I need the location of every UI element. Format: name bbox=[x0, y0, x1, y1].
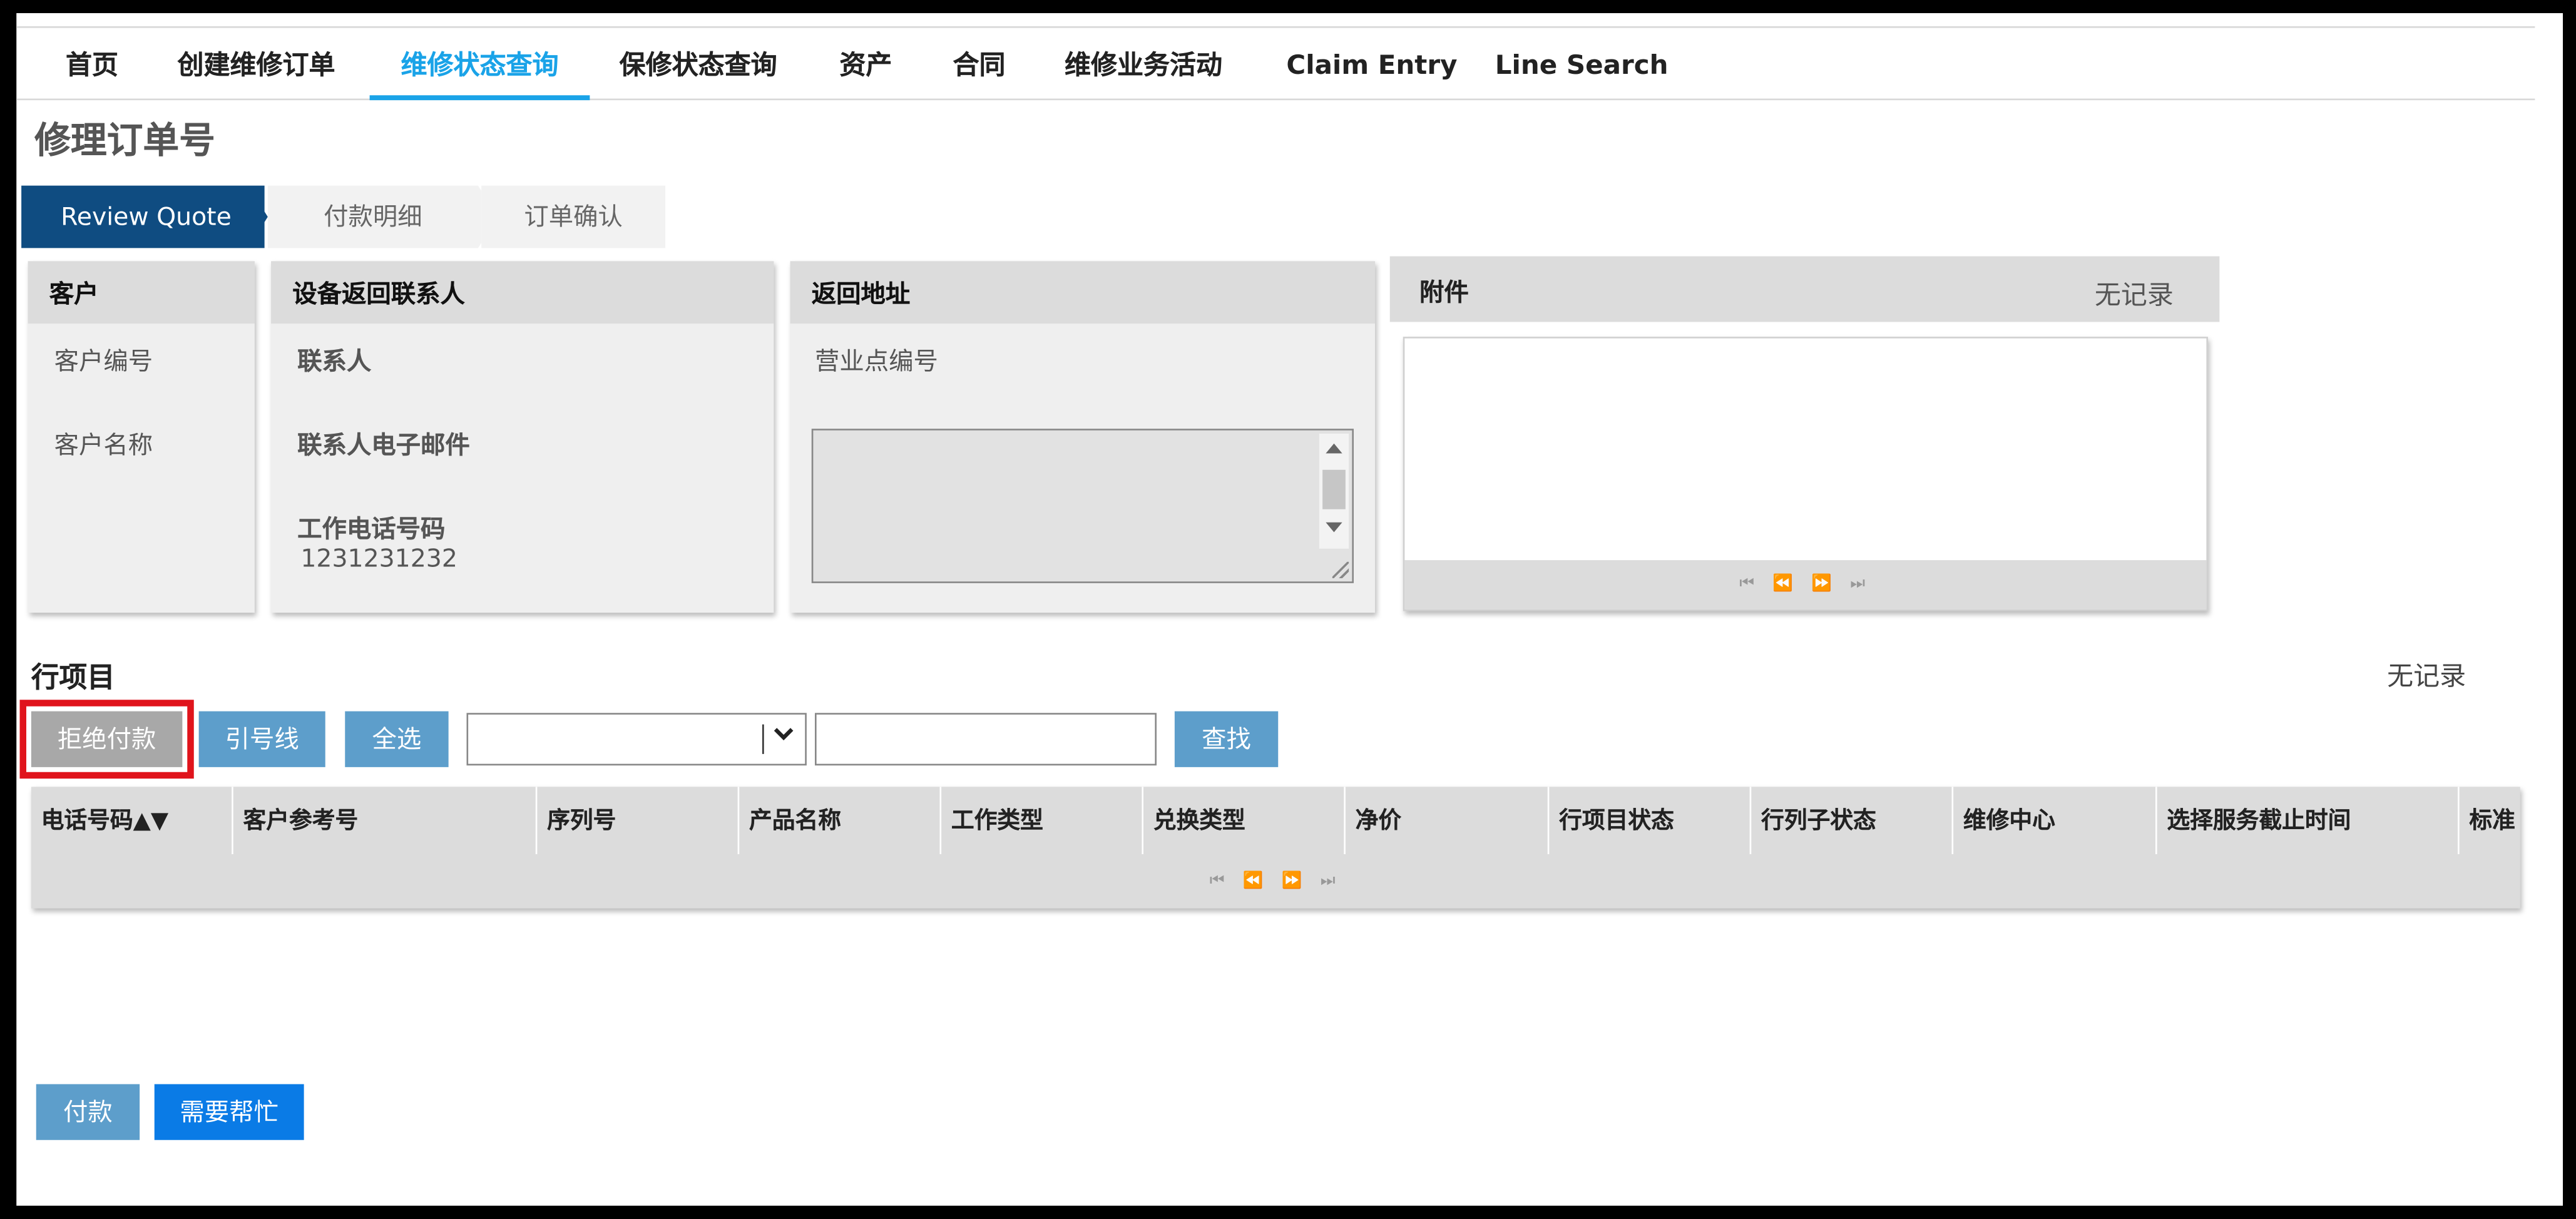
customer-name-label: 客户名称 bbox=[54, 430, 153, 460]
col-repair-center[interactable]: 维修中心 bbox=[1953, 787, 2157, 854]
page-title: 修理订单号 bbox=[34, 121, 215, 163]
col-customer-ref[interactable]: 客户参考号 bbox=[233, 787, 538, 854]
step-order-confirm[interactable]: 订单确认 bbox=[481, 185, 666, 248]
attachments-pager[interactable]: ⏮ ⏪ ⏩ ⏭ bbox=[1404, 560, 2207, 610]
col-line-status[interactable]: 行项目状态 bbox=[1549, 787, 1752, 854]
pay-button[interactable]: 付款 bbox=[36, 1084, 140, 1140]
col-line-substatus[interactable]: 行列子状态 bbox=[1751, 787, 1954, 854]
scroll-thumb[interactable] bbox=[1322, 469, 1346, 509]
nav-claim-entry[interactable]: Claim Entry bbox=[1286, 28, 1457, 101]
filter-select[interactable] bbox=[466, 713, 807, 766]
app-window: 首页 创建维修订单 维修状态查询 保修状态查询 资产 合同 维修业务活动 Cla… bbox=[16, 13, 2563, 1206]
col-standard[interactable]: 标准 bbox=[2460, 787, 2520, 854]
search-input[interactable] bbox=[815, 713, 1157, 766]
col-product-name[interactable]: 产品名称 bbox=[739, 787, 942, 854]
need-help-button[interactable]: 需要帮忙 bbox=[154, 1084, 304, 1140]
attachments-list: ⏮ ⏪ ⏩ ⏭ bbox=[1403, 337, 2208, 611]
customer-panel-title: 客户 bbox=[28, 261, 255, 324]
col-service-cutoff[interactable]: 选择服务截止时间 bbox=[2157, 787, 2460, 854]
return-address-title: 返回地址 bbox=[790, 261, 1376, 324]
nav-assets[interactable]: 资产 bbox=[839, 28, 892, 101]
top-nav: 首页 创建维修订单 维修状态查询 保修状态查询 资产 合同 维修业务活动 Cla… bbox=[16, 26, 2535, 101]
attachments-title: 附件 bbox=[1419, 277, 1469, 307]
scroll-up-icon[interactable] bbox=[1326, 443, 1342, 454]
attachments-no-record: 无记录 bbox=[2094, 279, 2174, 311]
col-work-type[interactable]: 工作类型 bbox=[941, 787, 1143, 854]
table-pager[interactable]: ⏮ ⏪ ⏩ ⏭ bbox=[31, 854, 2520, 909]
line-items-no-record: 无记录 bbox=[2387, 660, 2466, 692]
chevron-down-icon[interactable] bbox=[774, 725, 794, 745]
col-serial-number[interactable]: 序列号 bbox=[537, 787, 740, 854]
reject-payment-button[interactable]: 拒绝付款 bbox=[31, 711, 183, 767]
branch-number-label: 营业点编号 bbox=[815, 346, 938, 377]
line-items-table: 电话号码▲▼ 客户参考号 序列号 产品名称 工作类型 兑换类型 净价 行项目状态… bbox=[31, 787, 2520, 909]
contact-panel-title: 设备返回联系人 bbox=[271, 261, 774, 324]
select-separator bbox=[762, 724, 764, 754]
work-phone-value: 1231231232 bbox=[300, 543, 457, 574]
textarea-scrollbar[interactable] bbox=[1319, 434, 1349, 549]
address-textarea[interactable] bbox=[811, 429, 1354, 583]
nav-contracts[interactable]: 合同 bbox=[953, 28, 1006, 101]
col-exchange-type[interactable]: 兑换类型 bbox=[1143, 787, 1346, 854]
col-phone-number[interactable]: 电话号码▲▼ bbox=[31, 787, 233, 854]
return-address-panel: 返回地址 营业点编号 bbox=[790, 261, 1376, 613]
nav-warranty-status[interactable]: 保修状态查询 bbox=[620, 28, 777, 101]
nav-create-repair-order[interactable]: 创建维修订单 bbox=[178, 28, 335, 101]
contact-person-label: 联系人 bbox=[297, 346, 372, 377]
customer-number-label: 客户编号 bbox=[54, 346, 153, 377]
nav-home[interactable]: 首页 bbox=[66, 28, 118, 101]
line-items-title: 行项目 bbox=[31, 661, 115, 695]
contact-panel: 设备返回联系人 联系人 联系人电子邮件 工作电话号码 1231231232 bbox=[271, 261, 774, 613]
scroll-down-icon[interactable] bbox=[1326, 522, 1342, 533]
select-all-button[interactable]: 全选 bbox=[345, 711, 449, 767]
resize-grip-icon[interactable] bbox=[1332, 561, 1349, 578]
quote-line-button[interactable]: 引号线 bbox=[198, 711, 325, 767]
step-arrow bbox=[248, 185, 268, 248]
search-button[interactable]: 查找 bbox=[1174, 711, 1279, 767]
nav-repair-activities[interactable]: 维修业务活动 bbox=[1065, 28, 1222, 101]
nav-repair-status[interactable]: 维修状态查询 bbox=[369, 28, 590, 101]
contact-email-label: 联系人电子邮件 bbox=[297, 430, 470, 460]
step-review-quote[interactable]: Review Quote bbox=[21, 185, 265, 248]
customer-panel: 客户 客户编号 客户名称 bbox=[28, 261, 255, 613]
attachments-header: 附件 无记录 bbox=[1389, 256, 2220, 322]
col-net-price[interactable]: 净价 bbox=[1346, 787, 1550, 854]
nav-line-search[interactable]: Line Search bbox=[1495, 28, 1669, 101]
work-phone-label: 工作电话号码 bbox=[297, 514, 446, 544]
step-payment-details[interactable]: 付款明细 bbox=[267, 185, 478, 248]
